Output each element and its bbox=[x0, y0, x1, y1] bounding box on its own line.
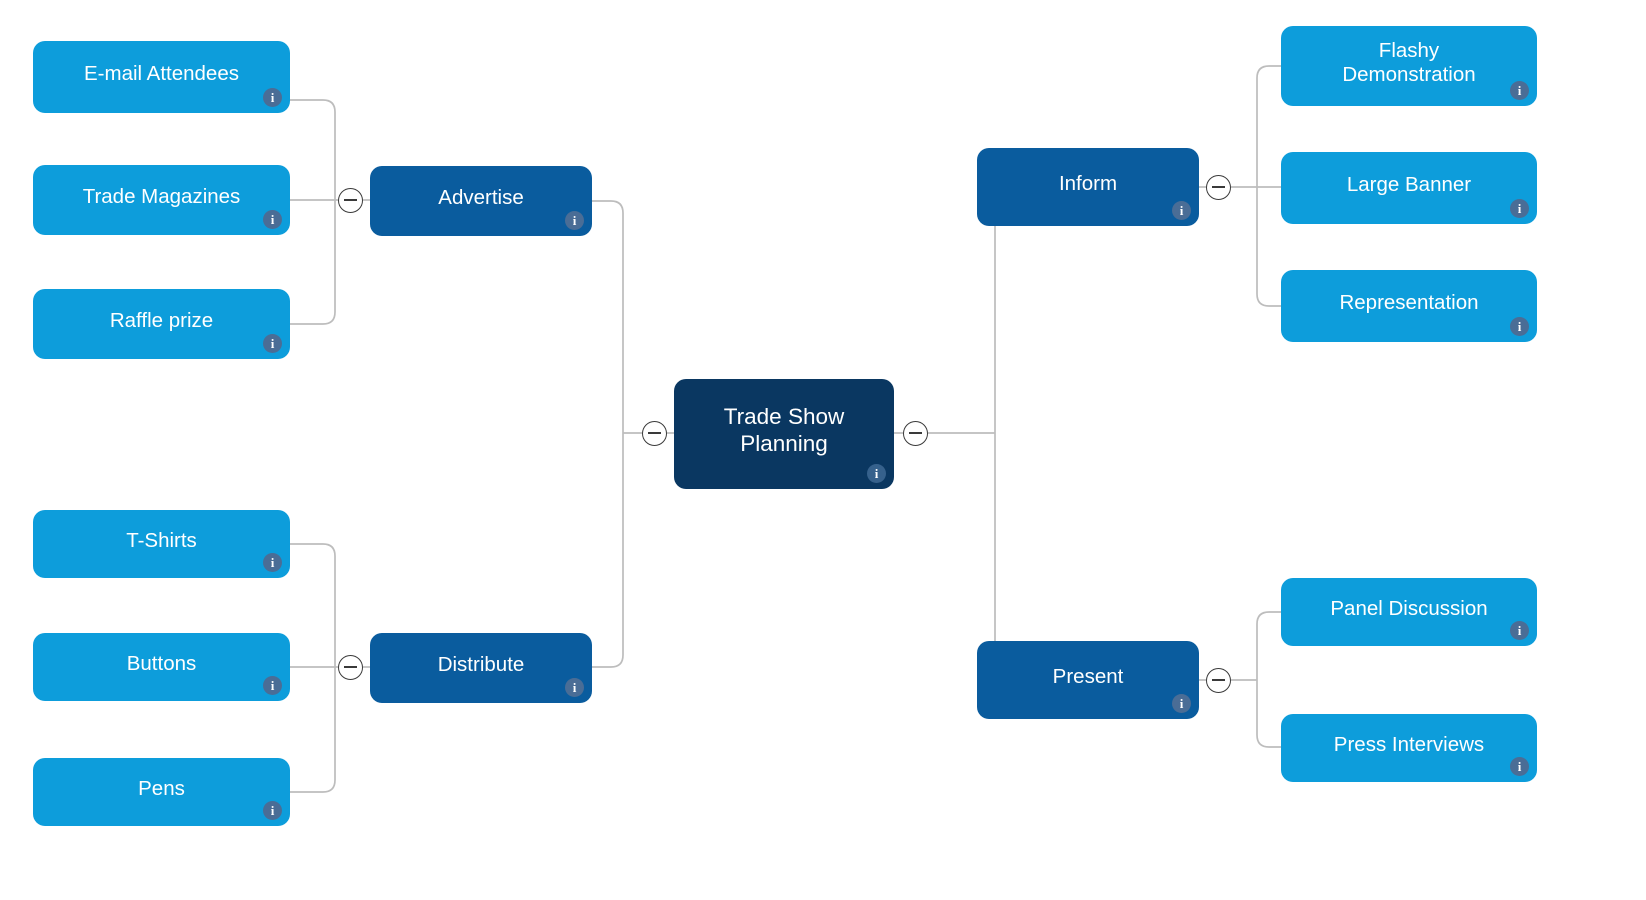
node-label: T-Shirts bbox=[126, 528, 197, 552]
edge-root-advertise bbox=[592, 200, 624, 433]
node-label: Distribute bbox=[437, 652, 525, 676]
info-icon[interactable]: i bbox=[565, 678, 584, 697]
node-label: E-mail Attendees bbox=[84, 61, 239, 85]
edge-inform-flashy bbox=[1256, 65, 1281, 187]
edge-root-distribute bbox=[592, 433, 624, 668]
node-trade-magazines[interactable]: Trade Magazines i bbox=[33, 165, 290, 235]
info-icon[interactable]: i bbox=[1510, 757, 1529, 776]
node-label: Raffle prize bbox=[109, 308, 214, 332]
node-label: Press Interviews bbox=[1333, 732, 1485, 756]
node-inform[interactable]: Inform i bbox=[977, 148, 1199, 226]
info-icon[interactable]: i bbox=[1510, 317, 1529, 336]
node-large-banner[interactable]: Large Banner i bbox=[1281, 152, 1537, 224]
collapse-advertise-button[interactable] bbox=[338, 188, 363, 213]
info-icon[interactable]: i bbox=[263, 553, 282, 572]
edge-distribute-tshirts bbox=[290, 543, 336, 667]
info-icon[interactable]: i bbox=[1172, 201, 1191, 220]
node-trade-show-planning[interactable]: Trade Show Planning i bbox=[674, 379, 894, 489]
collapse-root-right-button[interactable] bbox=[903, 421, 928, 446]
node-present[interactable]: Present i bbox=[977, 641, 1199, 719]
edge-present-panel bbox=[1256, 611, 1281, 680]
node-label: Representation bbox=[1339, 290, 1479, 314]
edge-inform-representation bbox=[1256, 187, 1281, 307]
collapse-inform-button[interactable] bbox=[1206, 175, 1231, 200]
info-icon[interactable]: i bbox=[1510, 621, 1529, 640]
edge-distribute-pens bbox=[290, 667, 336, 793]
node-advertise[interactable]: Advertise i bbox=[370, 166, 592, 236]
info-icon[interactable]: i bbox=[1510, 199, 1529, 218]
info-icon[interactable]: i bbox=[263, 88, 282, 107]
node-representation[interactable]: Representation i bbox=[1281, 270, 1537, 342]
mind-map-canvas: E-mail Attendees i Trade Magazines i Raf… bbox=[0, 0, 1646, 900]
node-flashy-demonstration[interactable]: Flashy Demonstration i bbox=[1281, 26, 1537, 106]
collapse-distribute-button[interactable] bbox=[338, 655, 363, 680]
node-label: Advertise bbox=[438, 185, 524, 209]
node-label: Inform bbox=[1058, 171, 1118, 195]
node-t-shirts[interactable]: T-Shirts i bbox=[33, 510, 290, 578]
edge-present-press bbox=[1256, 680, 1281, 748]
node-label: Trade Show Planning bbox=[723, 404, 845, 456]
node-label: Present bbox=[1052, 664, 1124, 688]
node-label: Flashy Demonstration bbox=[1342, 38, 1476, 86]
collapse-root-left-button[interactable] bbox=[642, 421, 667, 446]
node-distribute[interactable]: Distribute i bbox=[370, 633, 592, 703]
edge-advertise-email bbox=[290, 99, 336, 200]
node-pens[interactable]: Pens i bbox=[33, 758, 290, 826]
node-label: Trade Magazines bbox=[82, 184, 241, 208]
node-label: Large Banner bbox=[1346, 172, 1472, 196]
node-label: Pens bbox=[138, 776, 185, 800]
collapse-present-button[interactable] bbox=[1206, 668, 1231, 693]
node-label: Buttons bbox=[126, 651, 197, 675]
node-label: Panel Discussion bbox=[1330, 596, 1488, 620]
info-icon[interactable]: i bbox=[565, 211, 584, 230]
info-icon[interactable]: i bbox=[1172, 694, 1191, 713]
info-icon[interactable]: i bbox=[263, 676, 282, 695]
info-icon[interactable]: i bbox=[867, 464, 886, 483]
node-press-interviews[interactable]: Press Interviews i bbox=[1281, 714, 1537, 782]
info-icon[interactable]: i bbox=[1510, 81, 1529, 100]
node-raffle-prize[interactable]: Raffle prize i bbox=[33, 289, 290, 359]
info-icon[interactable]: i bbox=[263, 334, 282, 353]
node-buttons[interactable]: Buttons i bbox=[33, 633, 290, 701]
node-email-attendees[interactable]: E-mail Attendees i bbox=[33, 41, 290, 113]
info-icon[interactable]: i bbox=[263, 801, 282, 820]
info-icon[interactable]: i bbox=[263, 210, 282, 229]
edge-advertise-raffle bbox=[290, 200, 336, 325]
node-panel-discussion[interactable]: Panel Discussion i bbox=[1281, 578, 1537, 646]
